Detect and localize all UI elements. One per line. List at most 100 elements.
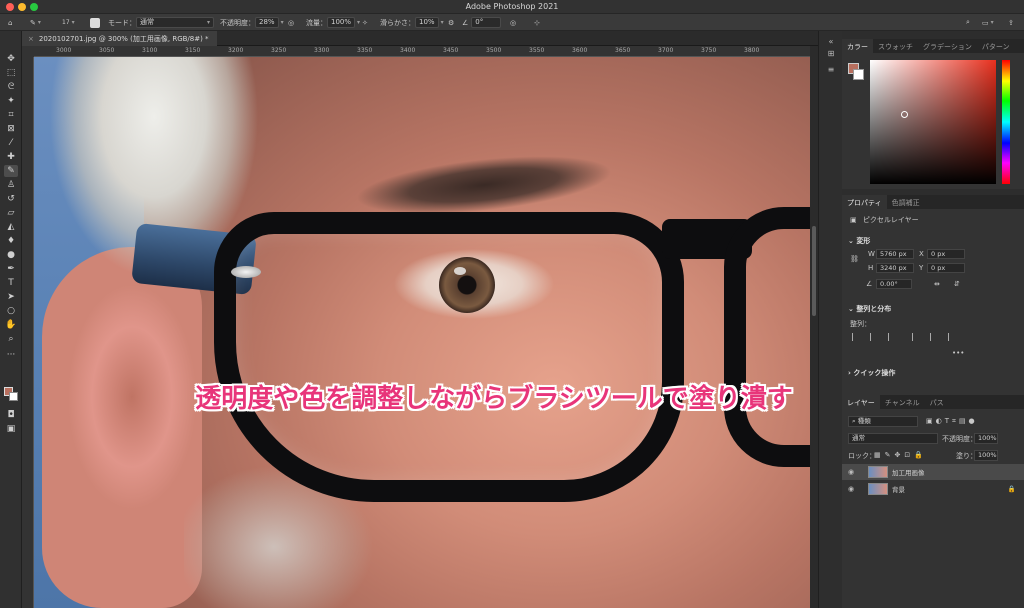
hue-slider[interactable] bbox=[1002, 60, 1010, 184]
type-tool-icon[interactable]: T bbox=[4, 277, 18, 289]
quick-mask-icon[interactable]: ◘ bbox=[4, 409, 18, 421]
smoothing-settings-icon[interactable]: ⚙ bbox=[448, 16, 454, 29]
align-heading[interactable]: ⌄ 整列と分布 bbox=[848, 304, 891, 314]
tab-swatches[interactable]: スウォッチ bbox=[873, 39, 918, 53]
align-hcenter-icon[interactable] bbox=[870, 333, 877, 341]
transform-heading-text: 変形 bbox=[856, 237, 871, 245]
image-canvas[interactable]: 透明度や色を調整しながらブラシツールで塗り潰す bbox=[34, 57, 810, 608]
healing-brush-tool-icon[interactable]: ✚ bbox=[4, 151, 18, 163]
home-icon[interactable]: ⌂ bbox=[8, 16, 12, 29]
flip-vertical-icon[interactable]: ⇵ bbox=[954, 280, 960, 288]
layer-row[interactable]: ◉ 加工用画像 bbox=[842, 464, 1024, 480]
share-icon[interactable]: ⇪ bbox=[1008, 16, 1014, 29]
layer-kind-filter[interactable]: ⌕ 種類 bbox=[848, 416, 918, 427]
close-tab-icon[interactable]: × bbox=[28, 35, 34, 43]
blend-mode-select[interactable]: 通常 bbox=[848, 433, 938, 444]
brush-preset-icon[interactable]: ✎ ▾ bbox=[30, 16, 41, 29]
quick-actions-heading[interactable]: › クイック操作 bbox=[848, 368, 895, 378]
history-brush-tool-icon[interactable]: ↺ bbox=[4, 193, 18, 205]
color-picker-cursor[interactable] bbox=[901, 111, 908, 118]
smoothing-input[interactable]: 10% bbox=[415, 17, 439, 28]
y-input[interactable]: 0 px bbox=[927, 263, 965, 273]
history-panel-icon[interactable]: ⊞ bbox=[826, 49, 836, 59]
symmetry-icon[interactable]: ⊹ bbox=[534, 16, 540, 29]
ruler-tick-label: 3500 bbox=[486, 47, 502, 54]
frame-tool-icon[interactable]: ⊠ bbox=[4, 123, 18, 135]
tab-gradients[interactable]: グラデーション bbox=[918, 39, 977, 53]
shape-tool-icon[interactable]: ○ bbox=[4, 305, 18, 317]
brush-tool-icon[interactable]: ✎ bbox=[4, 165, 18, 177]
align-vcenter-icon[interactable] bbox=[930, 333, 937, 341]
link-dimensions-icon[interactable]: ⛓ bbox=[850, 255, 859, 263]
lasso-tool-icon[interactable]: ᘓ bbox=[4, 81, 18, 93]
document-tab[interactable]: × 2020102701.jpg @ 300% (加工用画像, RGB/8#) … bbox=[22, 31, 217, 46]
pen-tool-icon[interactable]: ✒ bbox=[4, 263, 18, 275]
workspace-icon[interactable]: ▭ ▾ bbox=[982, 16, 994, 29]
flow-input[interactable]: 100% bbox=[327, 17, 356, 28]
align-bottom-icon[interactable] bbox=[948, 333, 955, 341]
airbrush-icon[interactable]: ✧ bbox=[362, 16, 368, 29]
width-input[interactable]: 5760 px bbox=[876, 249, 914, 259]
scrollbar-thumb[interactable] bbox=[812, 226, 816, 316]
align-right-icon[interactable] bbox=[888, 333, 895, 341]
visibility-eye-icon[interactable]: ◉ bbox=[848, 485, 858, 493]
tab-color[interactable]: カラー bbox=[842, 39, 873, 53]
more-align-options[interactable]: ••• bbox=[952, 349, 964, 357]
tab-paths[interactable]: パス bbox=[925, 395, 949, 409]
search-icon[interactable]: ⌕ bbox=[966, 16, 970, 29]
adjustments-panel-icon[interactable]: ≡ bbox=[826, 65, 836, 75]
flip-horizontal-icon[interactable]: ⇹ bbox=[934, 280, 940, 288]
tab-adjustments[interactable]: 色調補正 bbox=[887, 195, 925, 209]
collapse-panels-icon[interactable]: « bbox=[826, 37, 836, 47]
tab-layers[interactable]: レイヤー bbox=[842, 395, 880, 409]
height-input[interactable]: 3240 px bbox=[876, 263, 914, 273]
vertical-ruler[interactable] bbox=[22, 57, 34, 608]
tab-patterns[interactable]: パターン bbox=[977, 39, 1015, 53]
rotation-input[interactable]: 0.00° bbox=[876, 279, 912, 289]
visibility-eye-icon[interactable]: ◉ bbox=[848, 468, 858, 476]
pressure-size-icon[interactable]: ◎ bbox=[510, 16, 516, 29]
crop-tool-icon[interactable]: ⌗ bbox=[4, 109, 18, 121]
align-heading-text: 整列と分布 bbox=[856, 305, 892, 313]
brush-size-picker[interactable]: 17 ▾ bbox=[62, 16, 75, 29]
align-label: 整列： bbox=[850, 320, 871, 328]
zoom-tool-icon[interactable]: ⌕ bbox=[4, 333, 18, 345]
ruler-tick-label: 3250 bbox=[271, 47, 287, 54]
layer-opacity-input[interactable]: 100% bbox=[974, 433, 998, 444]
eraser-tool-icon[interactable]: ▱ bbox=[4, 207, 18, 219]
more-tools-icon[interactable]: ··· bbox=[4, 349, 18, 361]
horizontal-ruler[interactable]: 3000 3050 3100 3150 3200 3250 3300 3350 3400 3450… bbox=[34, 46, 810, 57]
x-input[interactable]: 0 px bbox=[927, 249, 965, 259]
mode-select[interactable]: 通常 ▾ bbox=[136, 17, 214, 28]
dodge-tool-icon[interactable]: ● bbox=[4, 249, 18, 261]
transform-heading[interactable]: ⌄ 変形 bbox=[848, 236, 870, 246]
move-tool-icon[interactable]: ✥ bbox=[4, 53, 18, 65]
brush-settings-icon[interactable] bbox=[90, 16, 100, 29]
lock-icons[interactable]: ▦✎✥⊡🔒 bbox=[874, 451, 927, 459]
screen-mode-icon[interactable]: ▣ bbox=[4, 423, 18, 435]
layer-filter-icons[interactable]: ▣◐T⌗▤● bbox=[926, 417, 978, 426]
eyedropper-tool-icon[interactable]: ⁄ bbox=[4, 137, 18, 149]
magic-wand-tool-icon[interactable]: ✦ bbox=[4, 95, 18, 107]
align-left-icon[interactable] bbox=[852, 333, 859, 341]
pressure-opacity-icon[interactable]: ◎ bbox=[288, 16, 294, 29]
paint-bucket-tool-icon[interactable]: ◭ bbox=[4, 221, 18, 233]
layer-row[interactable]: ◉ 背景 🔒 bbox=[842, 481, 1024, 497]
tab-properties[interactable]: プロパティ bbox=[842, 195, 887, 209]
fill-input[interactable]: 100% bbox=[974, 450, 998, 461]
marquee-tool-icon[interactable]: ⬚ bbox=[4, 67, 18, 79]
ruler-tick-label: 3450 bbox=[443, 47, 459, 54]
color-picker-field[interactable] bbox=[870, 60, 996, 184]
tab-channels[interactable]: チャンネル bbox=[880, 395, 925, 409]
opacity-input[interactable]: 28% bbox=[255, 17, 279, 28]
hand-tool-icon[interactable]: ✋ bbox=[4, 319, 18, 331]
brush-angle-input[interactable]: 0° bbox=[471, 17, 502, 28]
background-color-swatch[interactable] bbox=[9, 392, 18, 401]
vertical-scrollbar[interactable] bbox=[810, 46, 818, 608]
blur-tool-icon[interactable]: ♦ bbox=[4, 235, 18, 247]
align-top-icon[interactable] bbox=[912, 333, 919, 341]
color-panel-background-swatch[interactable] bbox=[853, 69, 864, 80]
path-selection-tool-icon[interactable]: ➤ bbox=[4, 291, 18, 303]
ruler-origin[interactable] bbox=[22, 46, 34, 57]
clone-stamp-tool-icon[interactable]: ♙ bbox=[4, 179, 18, 191]
